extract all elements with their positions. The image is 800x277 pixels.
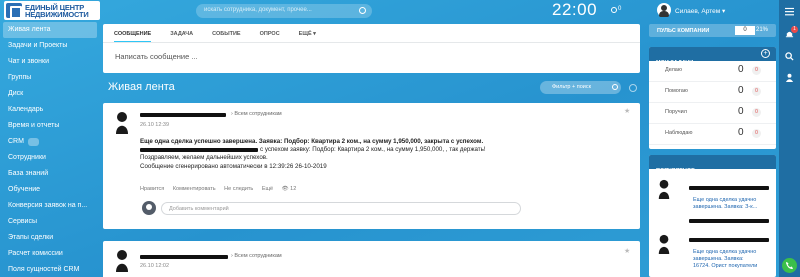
task-row-assigned[interactable]: Поручил 0 0 <box>649 103 776 124</box>
clock[interactable]: 22:00 <box>552 0 597 20</box>
task-row-doing[interactable]: Делаю 0 0 <box>649 61 776 82</box>
phone-icon <box>785 261 794 270</box>
popular-header[interactable]: Популярное <box>649 155 776 174</box>
commenter-avatar <box>142 201 156 215</box>
comment-link[interactable]: Комментировать <box>173 186 216 192</box>
post-recipient[interactable]: › Всем сотрудникам <box>231 111 282 117</box>
sidebar-item-services[interactable]: Сервисы <box>0 214 103 230</box>
sidebar-item-live-feed[interactable]: Живая лента <box>3 22 97 38</box>
sidebar-item-conversion[interactable]: Конверсия заявок на п... <box>0 198 103 214</box>
sidebar-item-crm-fields[interactable]: Поля сущностей CRM <box>0 262 103 277</box>
redacted-name <box>140 148 258 153</box>
user-name[interactable]: Силаев, Артем ▾ <box>675 7 725 15</box>
company-pulse-value: 0 <box>735 26 755 35</box>
feed-post: › Всем сотрудникам 26.10 12:39 ★ Еще одн… <box>103 103 640 229</box>
sidebar-item-calendar[interactable]: Календарь <box>0 102 103 118</box>
add-task-icon[interactable]: + <box>761 49 770 58</box>
company-pulse[interactable]: Пульс компании 0 21% <box>649 24 776 37</box>
comment-input[interactable]: Добавить комментарий <box>161 202 521 215</box>
sidebar-item-tasks[interactable]: Задачи и Проекты <box>0 38 103 54</box>
tab-event[interactable]: Событие <box>212 24 240 42</box>
redacted-name <box>689 238 769 242</box>
tab-task[interactable]: Задача <box>170 24 193 42</box>
post-time[interactable]: 26.10 12:39 <box>140 122 169 128</box>
top-bar: ЕДИНЫЙ ЦЕНТР НЕДВИЖИМОСТИ искать сотрудн… <box>0 0 800 22</box>
message-input[interactable]: Написать сообщение ... <box>103 43 640 61</box>
post-time[interactable]: 26.10 12:02 <box>140 263 169 269</box>
post-line-4: Сообщение сгенерировано автоматически в … <box>140 162 327 170</box>
right-icon-bar: 1 <box>779 0 800 277</box>
tab-poll[interactable]: Опрос <box>260 24 280 42</box>
unfollow-link[interactable]: Не следить <box>224 186 253 192</box>
call-button[interactable] <box>782 258 797 273</box>
crm-badge <box>28 138 39 146</box>
company-pulse-percent: 21% <box>756 27 769 33</box>
sidebar-item-employees[interactable]: Сотрудники <box>0 150 103 166</box>
more-link[interactable]: Ещё <box>262 186 273 192</box>
feed-settings-icon[interactable] <box>629 84 637 92</box>
author-avatar[interactable] <box>115 249 129 272</box>
sidebar-item-groups[interactable]: Группы <box>0 70 103 86</box>
sidebar-item-training[interactable]: Обучение <box>0 182 103 198</box>
tab-message[interactable]: Сообщение <box>114 24 152 42</box>
user-icon[interactable] <box>785 73 794 82</box>
post-body: Еще одна сделка успешно завершена. Заявк… <box>140 138 620 171</box>
feed-filter-input[interactable]: Фильтр + поиск <box>540 81 621 94</box>
sidebar-item-disk[interactable]: Диск <box>0 86 103 102</box>
menu-icon[interactable] <box>785 7 794 16</box>
alarm-icon <box>611 7 617 13</box>
tab-more[interactable]: Ещё ▾ <box>299 24 316 42</box>
composer-tabs: Сообщение Задача Событие Опрос Ещё ▾ <box>103 24 640 43</box>
search-icon[interactable] <box>785 52 794 61</box>
redacted-name <box>689 219 769 223</box>
search-placeholder: искать сотрудника, документ, прочее... <box>204 7 312 13</box>
sidebar-item-knowledge-base[interactable]: База знаний <box>0 166 103 182</box>
feed-title: Живая лента <box>108 81 175 93</box>
post-composer: Сообщение Задача Событие Опрос Ещё ▾ Нап… <box>103 24 640 73</box>
clock-count: 0 <box>618 6 622 12</box>
redacted-author <box>140 255 228 259</box>
favorite-star-icon[interactable]: ★ <box>624 247 630 255</box>
post-line-3: Поздравляем, желаем дальнейших успехов. <box>140 154 268 162</box>
post-actions: Нравится Комментировать Не следить Ещё 👁… <box>140 186 310 192</box>
post-line-2: с успехом заявку: Подбор: Квартира 2 ком… <box>140 146 620 154</box>
sidebar-item-commission[interactable]: Расчет комиссии <box>0 246 103 262</box>
sidebar-item-time-reports[interactable]: Время и отчеты <box>0 118 103 134</box>
redacted-author <box>140 113 226 117</box>
popular-avatar <box>658 179 670 199</box>
feed-post: › Всем сотрудникам 26.10 12:02 ★ <box>103 241 640 277</box>
redacted-name <box>689 186 769 190</box>
like-link[interactable]: Нравится <box>140 186 164 192</box>
my-tasks-header[interactable]: Мои задачи + <box>649 47 776 66</box>
popular-item-2[interactable]: Еще одна сделка удачно завершена. Заявка:… <box>693 249 757 270</box>
popular-widget: Популярное Еще одна сделка удачно заверше… <box>649 155 776 277</box>
popular-item-1[interactable]: Еще одна сделка удачно завершена. Заявка:… <box>693 197 757 211</box>
views-count: 👁 12 <box>281 186 297 192</box>
post-recipient[interactable]: › Всем сотрудникам <box>231 253 282 259</box>
logo-line2: НЕДВИЖИМОСТИ <box>25 9 89 19</box>
my-tasks-widget: Мои задачи + Делаю 0 0 Помогаю 0 0 Поручил 0 0… <box>649 47 776 149</box>
author-avatar[interactable] <box>115 111 129 134</box>
popular-avatar <box>658 234 670 254</box>
logo-icon <box>6 3 22 19</box>
sidebar-item-chat[interactable]: Чат и звонки <box>0 54 103 70</box>
sidebar-item-deal-stages[interactable]: Этапы сделки <box>0 230 103 246</box>
company-pulse-label: Пульс компании <box>657 28 710 34</box>
user-avatar[interactable] <box>657 3 671 17</box>
task-row-helping[interactable]: Помогаю 0 0 <box>649 82 776 103</box>
left-sidebar: Живая лента Задачи и Проекты Чат и звонк… <box>0 22 103 277</box>
notification-badge: 1 <box>791 26 798 33</box>
filter-search-icon <box>612 84 618 90</box>
company-logo[interactable]: ЕДИНЫЙ ЦЕНТР НЕДВИЖИМОСТИ <box>4 1 100 20</box>
search-icon <box>359 7 366 14</box>
sidebar-item-crm[interactable]: CRM <box>0 134 103 150</box>
task-row-watching[interactable]: Наблюдаю 0 0 <box>649 124 776 145</box>
search-input[interactable]: искать сотрудника, документ, прочее... <box>196 4 372 18</box>
post-title: Еще одна сделка успешно завершена. Заявк… <box>140 138 484 145</box>
favorite-star-icon[interactable]: ★ <box>624 107 630 115</box>
